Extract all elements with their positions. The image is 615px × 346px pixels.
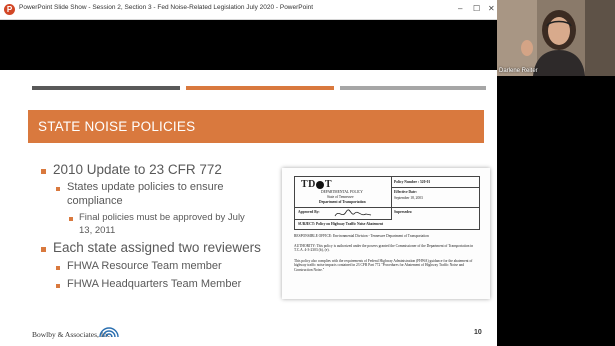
doc-text: Supersedes: [394,210,413,214]
bullet-level-1: 2010 Update to 23 CFR 772 [53,162,222,177]
doc-text: SUBJECT: Policy on Highway Traffic Noise… [298,222,384,226]
tdot-logo: TD T [301,179,333,190]
decorative-line [32,86,180,90]
doc-text: DEPARTMENTAL POLICY [321,190,363,194]
doc-text: This policy also complies with the requi… [294,259,473,272]
bullet-marker [56,187,60,191]
bullet-marker [69,217,73,221]
bullet-level-1: Each state assigned two reviewers [53,240,261,255]
window-titlebar[interactable]: P PowerPoint Slide Show - Session 2, Sec… [0,0,497,20]
maximize-button[interactable]: ☐ [473,3,480,15]
policy-document-image: TD T DEPARTMENTAL POLICY State of Tenness… [282,168,490,299]
slide-title-band: STATE NOISE POLICIES [28,110,484,143]
close-button[interactable]: ✕ [488,3,495,15]
slide-title: STATE NOISE POLICIES [38,119,196,134]
signature-image [334,209,372,217]
document-header-box: TD T DEPARTMENTAL POLICY State of Tenness… [294,176,480,230]
doc-text: RESPONSIBLE OFFICE: Environmental Divisi… [294,234,429,238]
bullet-level-2: FHWA Resource Team member [67,260,222,272]
doc-text: AUTHORITY: This policy is authorized und… [294,244,474,253]
decorative-line [186,86,334,90]
doc-text: September 18, 2003 [394,196,423,200]
slideshow-letterbox [0,20,497,70]
doc-text: State of Tennessee [327,195,354,199]
participant-video-image [497,0,615,76]
bullet-marker [56,266,60,270]
bullet-level-3: Final policies must be approved by July [79,212,245,223]
doc-text: Department of Transportation [319,200,366,204]
decorative-line [340,86,486,90]
participant-name: Darlene Reiter [499,68,538,74]
logo-mark-icon [316,180,325,189]
bullet-level-2: FHWA Headquarters Team Member [67,278,242,290]
video-panel-background [497,76,615,346]
slide-number: 10 [474,329,482,336]
powerpoint-slideshow-window: P PowerPoint Slide Show - Session 2, Sec… [0,0,497,346]
powerpoint-icon: P [4,4,15,15]
participant-video[interactable]: Darlene Reiter [497,0,615,76]
bullet-marker [56,284,60,288]
doc-text: Policy Number : 520-01 [394,180,431,184]
doc-text: Effective Date: [394,190,417,194]
minimize-button[interactable]: – [458,3,462,15]
bullet-marker [41,169,46,174]
bullet-marker [41,247,46,252]
slide[interactable]: STATE NOISE POLICIES 2010 Update to 23 C… [0,70,497,346]
bowlby-logo-icon [99,327,119,338]
bullet-level-3-continued: 13, 2011 [79,225,116,236]
window-title: PowerPoint Slide Show - Session 2, Secti… [19,4,314,11]
bullet-level-2-continued: compliance [67,195,123,207]
doc-text: Approved By: [298,210,320,214]
bullet-level-2: States update policies to ensure [67,181,224,193]
